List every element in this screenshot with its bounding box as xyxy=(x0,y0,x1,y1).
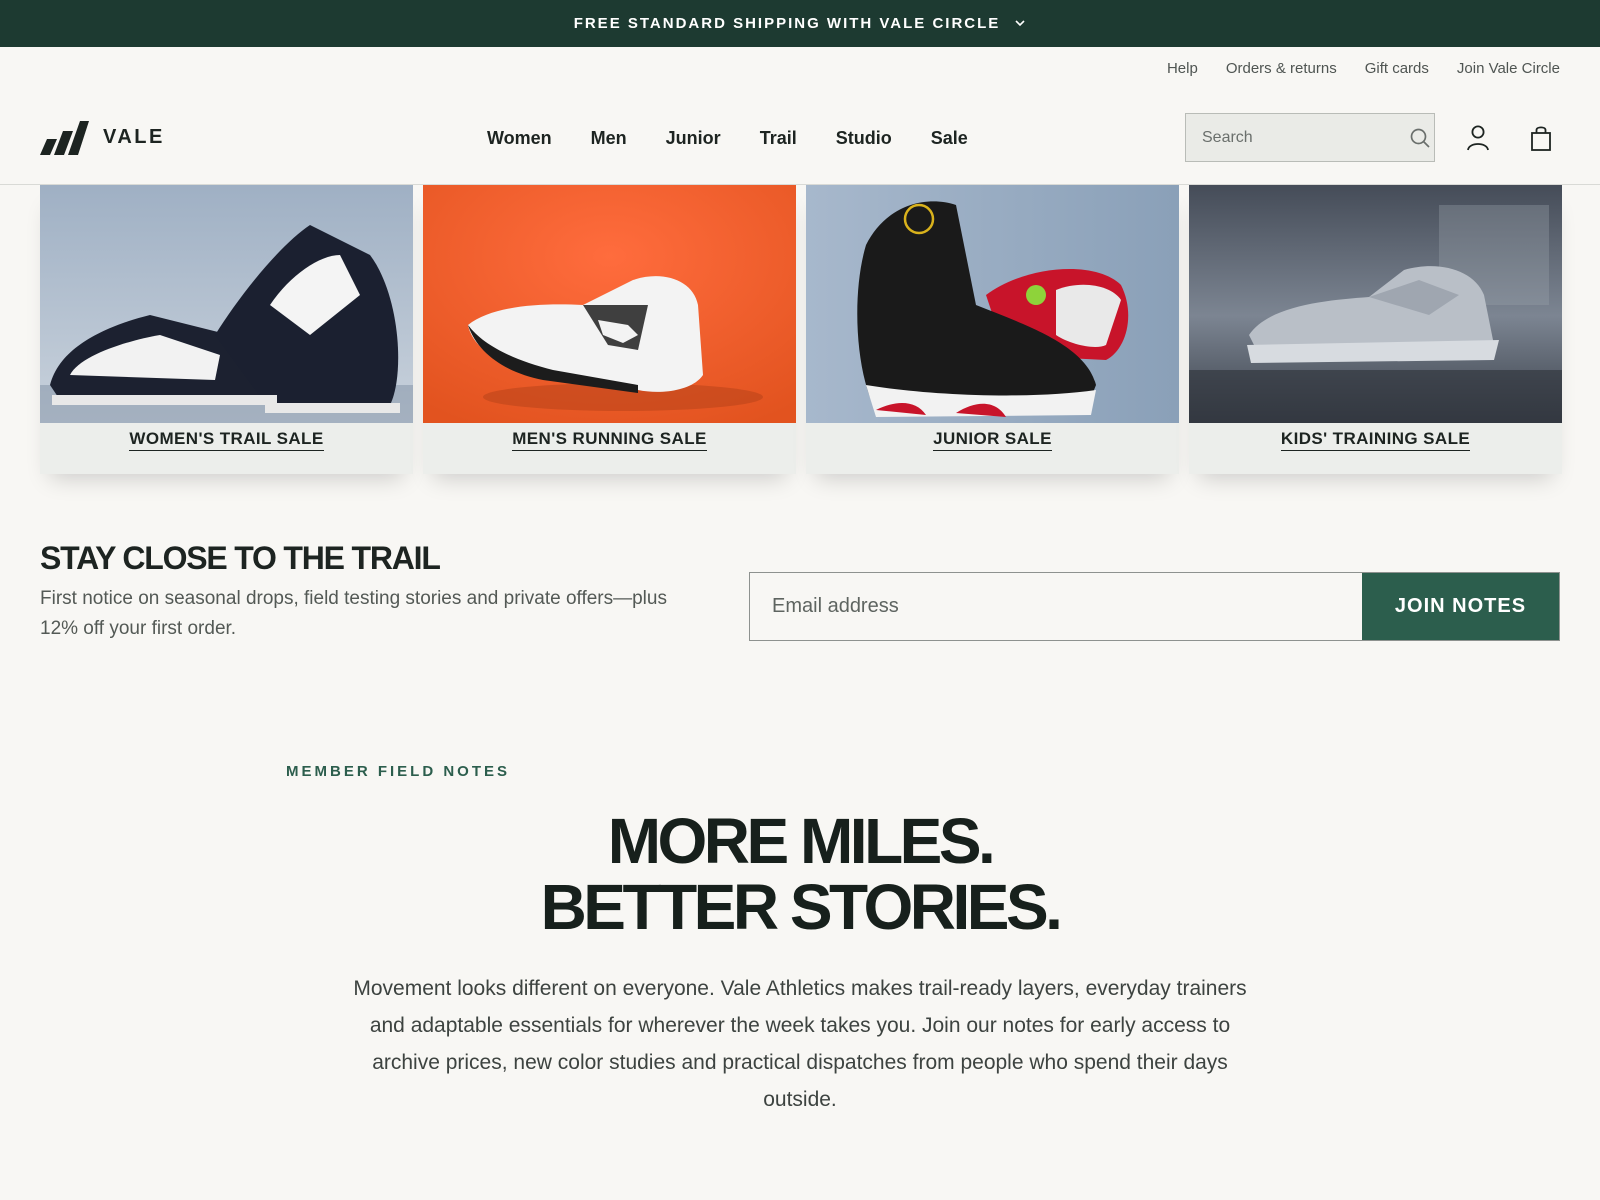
nav-item-studio[interactable]: Studio xyxy=(836,128,892,149)
tile-label-wrapper: JUNIOR SALE xyxy=(806,423,1179,474)
nav-item-trail[interactable]: Trail xyxy=(760,128,797,149)
announcement-bar[interactable]: FREE STANDARD SHIPPING WITH VALE CIRCLE xyxy=(0,0,1600,47)
newsletter-subtitle: First notice on seasonal drops, field te… xyxy=(40,588,667,639)
announcement-text: FREE STANDARD SHIPPING WITH VALE CIRCLE xyxy=(573,15,1001,32)
tile-label[interactable]: MEN'S RUNNING SALE xyxy=(512,429,707,451)
story-body: Movement looks different on everyone. Va… xyxy=(353,977,1247,1111)
nav-item-junior[interactable]: Junior xyxy=(666,128,721,149)
category-tile-womens-trail-sale[interactable]: WOMEN'S TRAIL SALE xyxy=(40,185,413,474)
nav-item-men[interactable]: Men xyxy=(591,128,627,149)
category-tile-junior-sale[interactable]: JUNIOR SALE xyxy=(806,185,1179,474)
brand-name: VALE xyxy=(103,125,165,148)
newsletter-title: STAY CLOSE TO THE TRAIL xyxy=(40,540,441,576)
story-headline: MORE MILES. BETTER STORIES. xyxy=(0,808,1600,940)
section-eyebrow: MEMBER FIELD NOTES xyxy=(286,763,511,780)
tile-image-grey-sneaker xyxy=(1189,185,1562,423)
tile-label[interactable]: WOMEN'S TRAIL SALE xyxy=(129,429,324,451)
chevron-down-icon[interactable] xyxy=(1014,17,1026,29)
logo-mark-icon xyxy=(40,119,89,155)
category-tile-mens-running-sale[interactable]: MEN'S RUNNING SALE xyxy=(423,185,796,474)
utility-link-gift-cards[interactable]: Gift cards xyxy=(1365,60,1429,77)
utility-link-help[interactable]: Help xyxy=(1167,60,1198,77)
category-tiles: WOMEN'S TRAIL SALE MEN'S RUNNING SALE JU… xyxy=(40,185,1562,474)
brand-logo[interactable]: VALE xyxy=(40,119,165,155)
tile-image-black-red-sneakers xyxy=(806,185,1179,423)
join-notes-button[interactable]: JOIN NOTES xyxy=(1362,573,1559,640)
utility-link-orders-returns[interactable]: Orders & returns xyxy=(1226,60,1337,77)
story-headline-line-1: MORE MILES. xyxy=(607,805,996,877)
shopping-bag-icon[interactable] xyxy=(1528,124,1554,152)
email-field[interactable] xyxy=(750,573,1362,640)
utility-nav: Help Orders & returns Gift cards Join Va… xyxy=(1167,56,1560,80)
nav-item-sale[interactable]: Sale xyxy=(931,128,968,149)
search-input[interactable] xyxy=(1202,128,1409,147)
tile-label-wrapper: KIDS' TRAINING SALE xyxy=(1189,423,1562,474)
account-icon[interactable] xyxy=(1465,124,1491,152)
search-icon[interactable] xyxy=(1409,127,1431,149)
tile-image-black-white-sneakers xyxy=(40,185,413,423)
utility-link-join-vale-circle[interactable]: Join Vale Circle xyxy=(1457,60,1560,77)
nav-item-women[interactable]: Women xyxy=(487,128,552,149)
main-nav: Women Men Junior Trail Studio Sale xyxy=(487,123,968,153)
story-headline-line-2: BETTER STORIES. xyxy=(540,871,1063,943)
tile-label[interactable]: KIDS' TRAINING SALE xyxy=(1280,429,1471,451)
tile-label[interactable]: JUNIOR SALE xyxy=(933,429,1052,451)
tile-image-white-sneaker-orange xyxy=(423,185,796,423)
tile-label-wrapper: MEN'S RUNNING SALE xyxy=(423,423,796,474)
tile-label-wrapper: WOMEN'S TRAIL SALE xyxy=(40,423,413,474)
search-box xyxy=(1185,113,1435,162)
newsletter-form: JOIN NOTES xyxy=(749,572,1560,641)
category-tile-kids-training-sale[interactable]: KIDS' TRAINING SALE xyxy=(1189,185,1562,474)
